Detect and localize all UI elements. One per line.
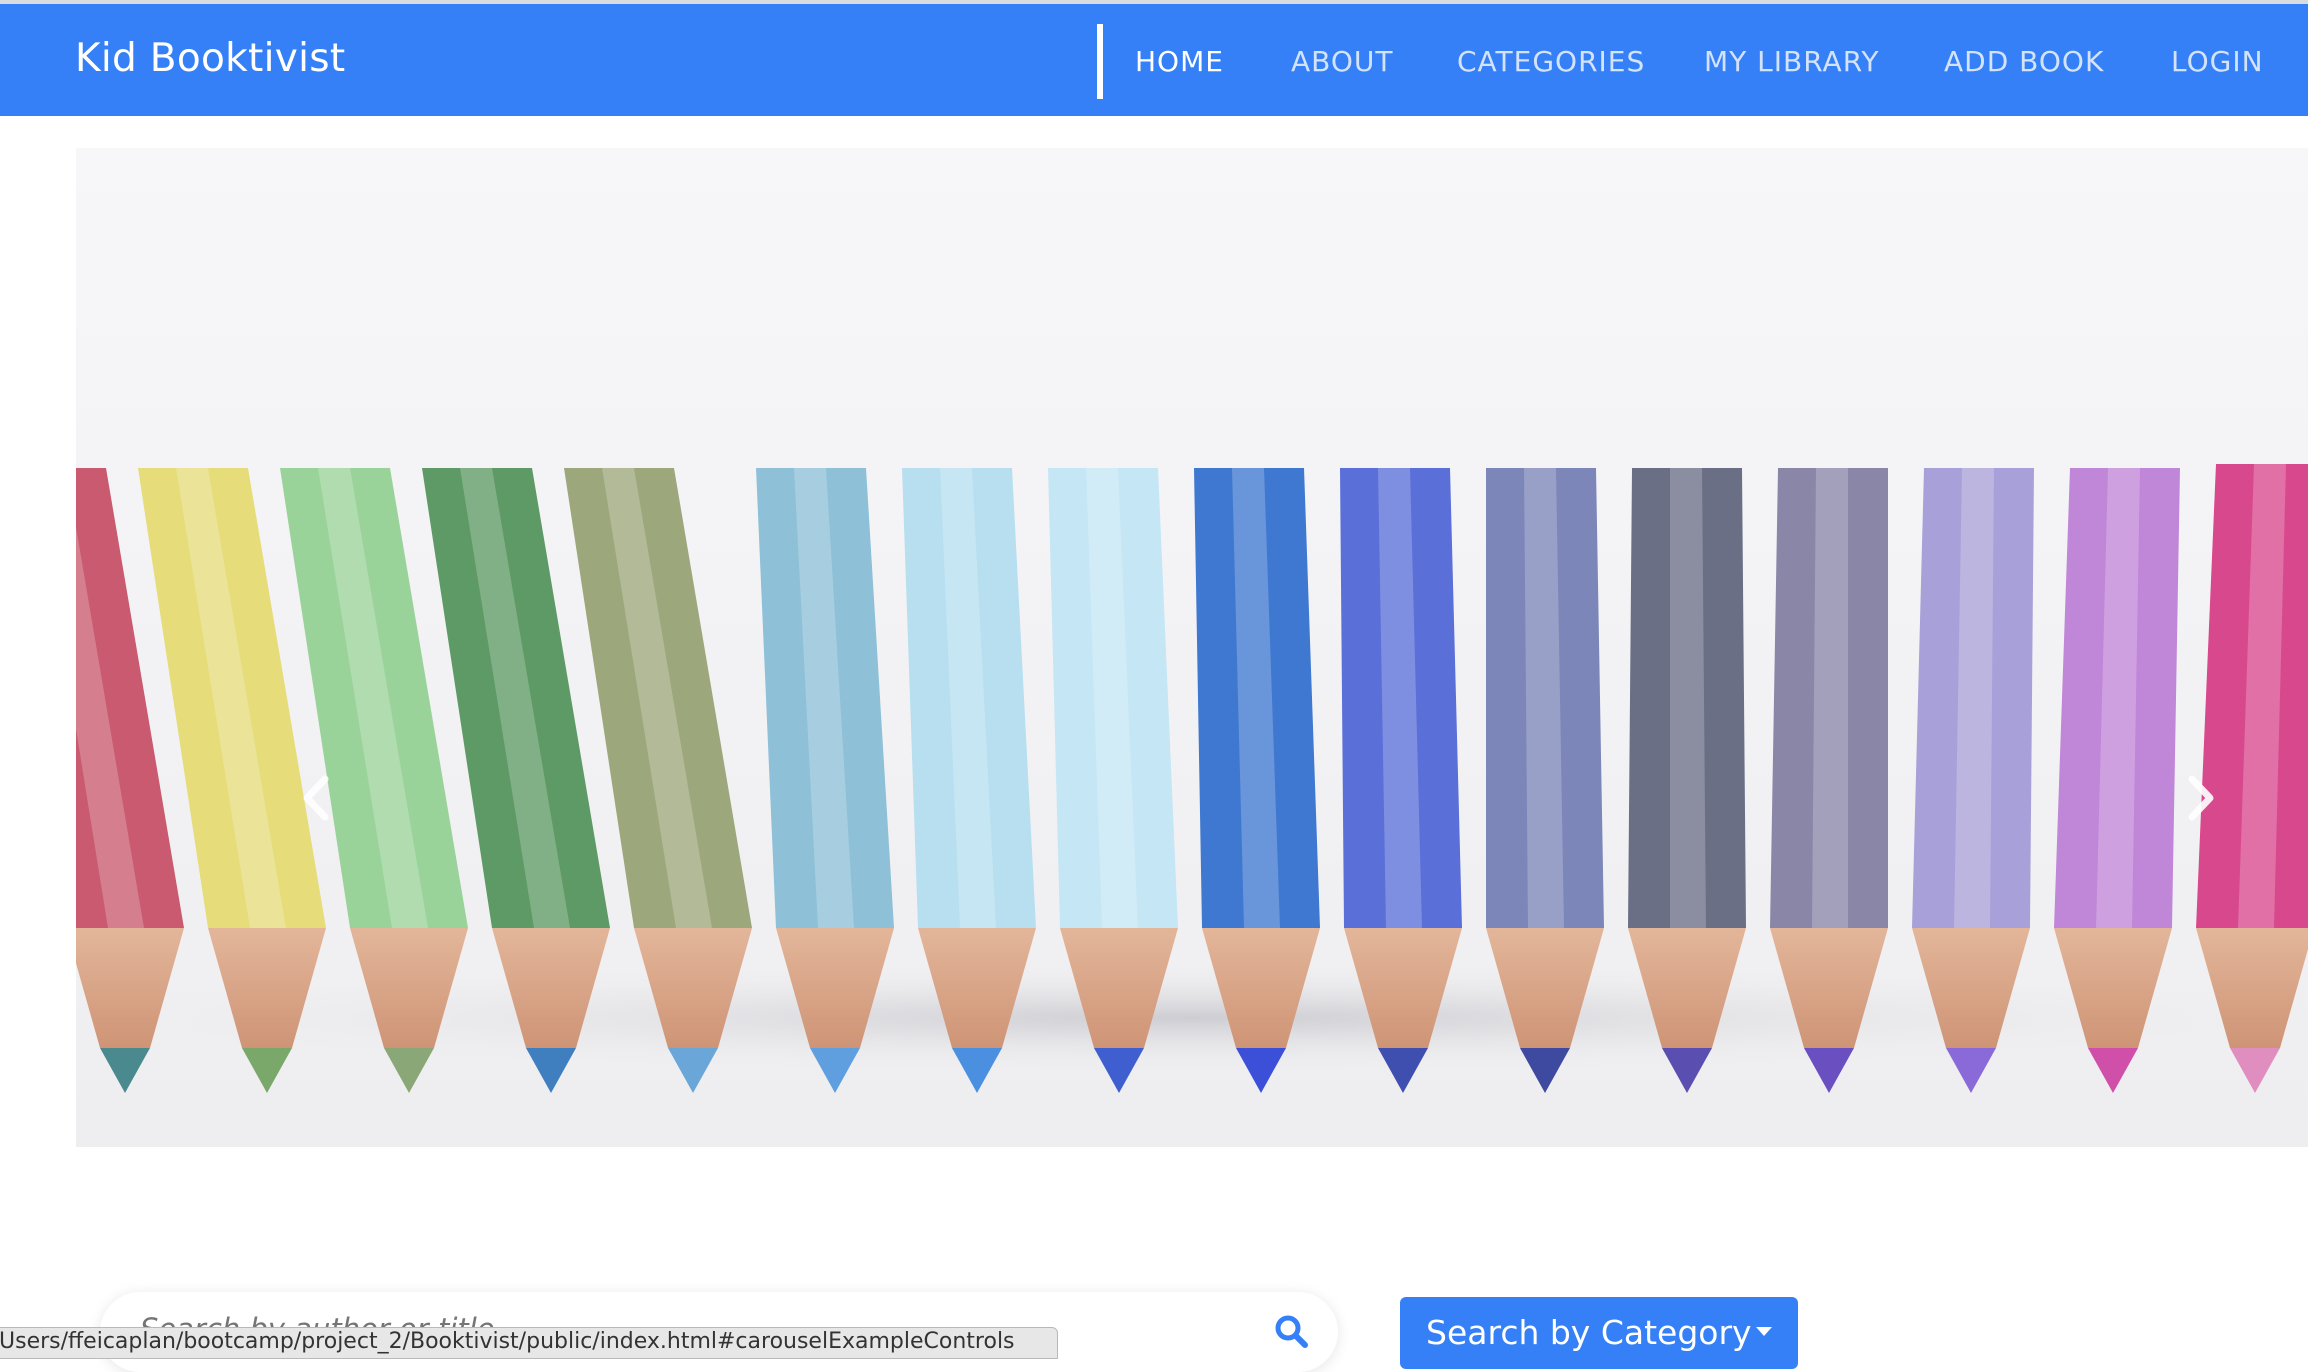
nav-link-categories[interactable]: CATEGORIES: [1457, 44, 1645, 80]
chevron-right-icon: [2188, 775, 2214, 821]
nav-link-home[interactable]: HOME: [1135, 44, 1224, 80]
browser-status-bar: Users/ffeicaplan/bootcamp/project_2/Book…: [0, 1327, 1058, 1359]
carousel-next-button[interactable]: [2156, 748, 2246, 848]
carousel-prev-button[interactable]: [271, 748, 361, 848]
nav-link-add-book[interactable]: ADD BOOK: [1944, 44, 2104, 80]
search-by-category-dropdown[interactable]: Search by Category: [1400, 1297, 1798, 1369]
nav-divider: [1097, 24, 1103, 99]
chevron-left-icon: [303, 775, 329, 821]
image-carousel: [76, 148, 2308, 1147]
brand-logo[interactable]: Kid Booktivist: [75, 34, 345, 84]
nav-link-my-library[interactable]: MY LIBRARY: [1704, 44, 1879, 80]
caret-down-icon: [1756, 1327, 1772, 1336]
colored-pencils-image: [76, 148, 2308, 1147]
nav-link-login[interactable]: LOGIN: [2171, 44, 2264, 80]
nav-link-about[interactable]: ABOUT: [1291, 44, 1394, 80]
search-icon[interactable]: [1274, 1314, 1308, 1352]
navbar: Kid Booktivist HOME ABOUT CATEGORIES MY …: [0, 4, 2308, 116]
category-dropdown-label: Search by Category: [1426, 1313, 1752, 1352]
